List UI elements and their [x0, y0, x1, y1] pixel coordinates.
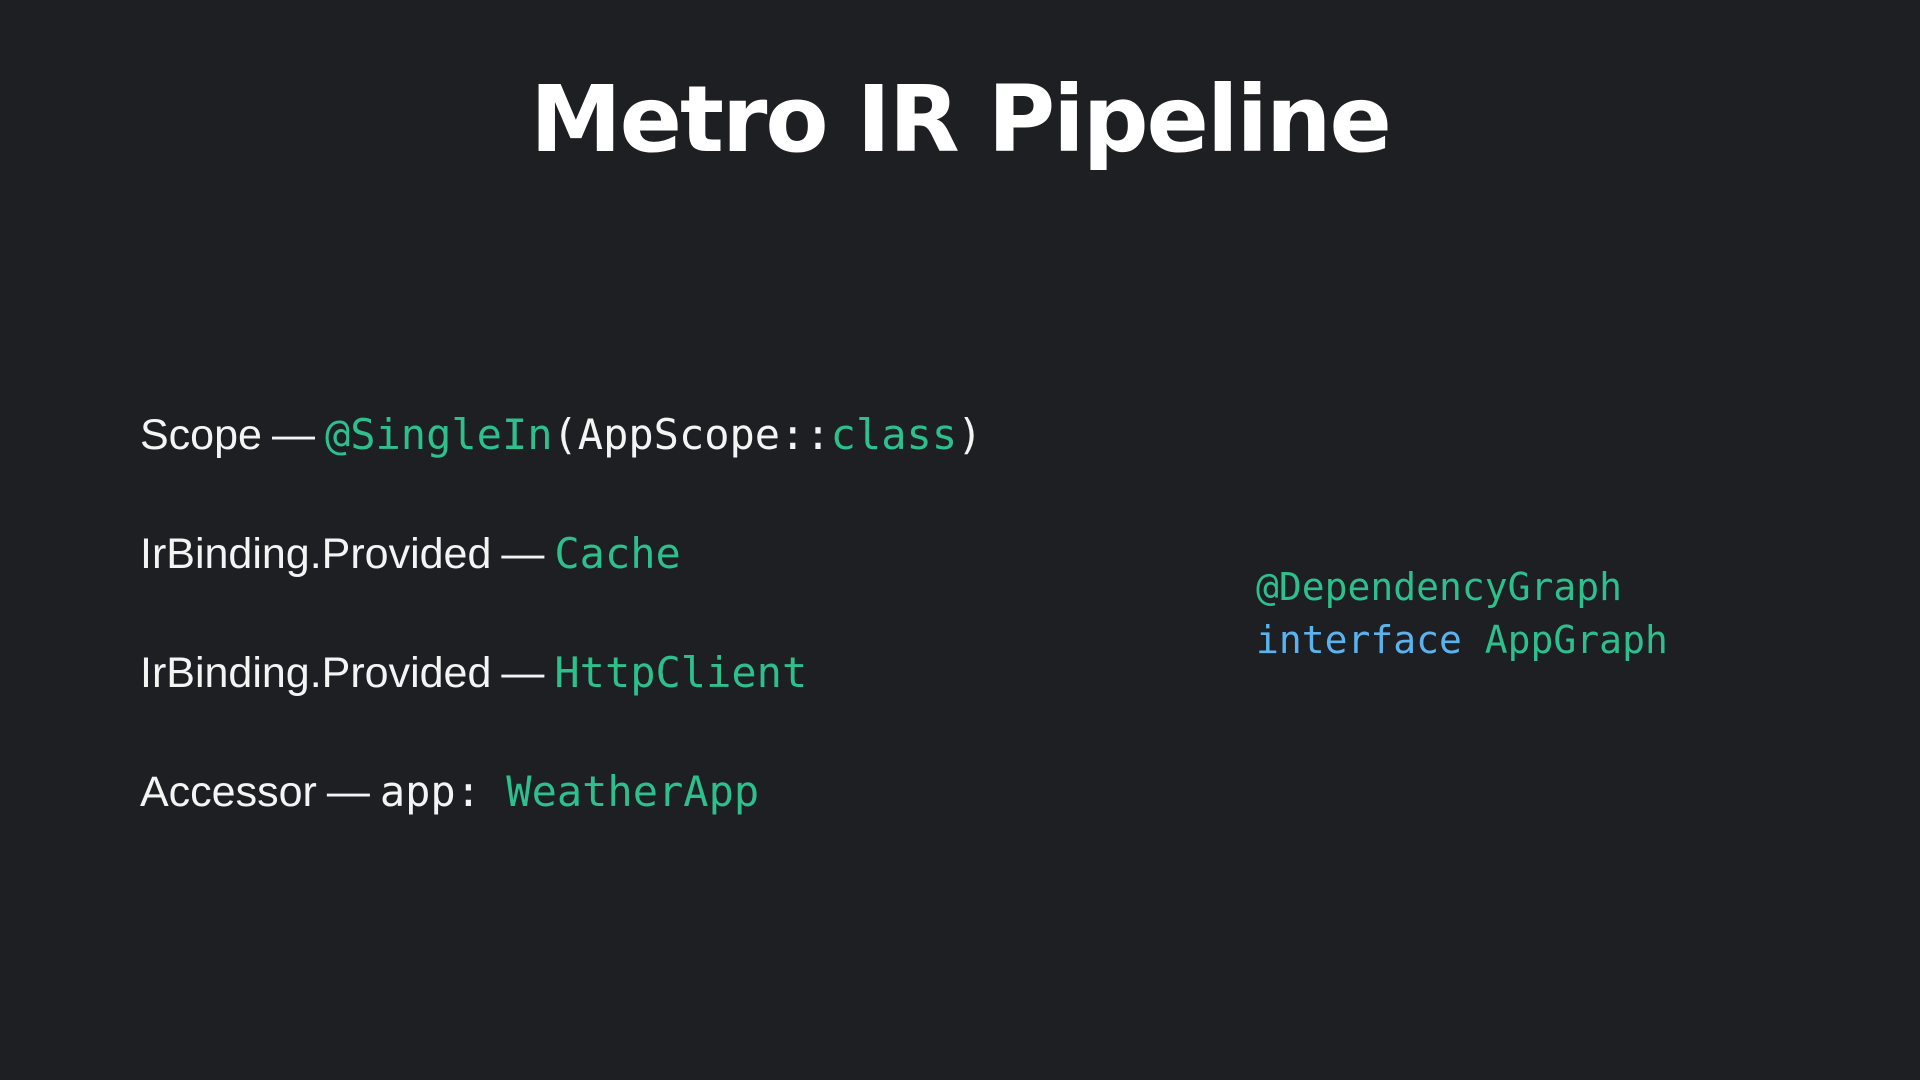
binding-list: Scope — @SingleIn (AppScope:: class) IrBin…	[140, 405, 1140, 881]
line-separator: —	[271, 411, 315, 459]
graph-declaration-line: interface AppGraph	[1256, 614, 1668, 667]
graph-annotation-line: @DependencyGraph	[1256, 561, 1668, 614]
code-scope-class: (AppScope	[552, 410, 781, 459]
graph-type-name: AppGraph	[1484, 618, 1668, 662]
code-class-keyword: class	[830, 410, 958, 459]
code-double-colon: ::	[780, 410, 831, 459]
line-label: IrBinding.Provided	[140, 649, 492, 697]
line-separator: —	[501, 530, 545, 578]
slide-title: Metro IR Pipeline	[530, 66, 1392, 173]
code-type: WeatherApp	[506, 767, 760, 816]
line-label: Scope	[140, 411, 262, 459]
line-separator: —	[501, 649, 545, 697]
code-type: HttpClient	[554, 648, 808, 697]
line-label: Accessor	[140, 768, 317, 816]
code-annotation: @SingleIn	[324, 410, 553, 459]
graph-code-block: @DependencyGraph interface AppGraph	[1256, 561, 1668, 667]
binding-line-cache: IrBinding.Provided — Cache	[140, 524, 1140, 643]
graph-annotation: @DependencyGraph	[1256, 565, 1623, 609]
code-property: app:	[379, 767, 507, 816]
code-close-paren: )	[957, 410, 983, 459]
line-label: IrBinding.Provided	[140, 530, 492, 578]
line-separator: —	[326, 768, 370, 816]
code-type: Cache	[554, 529, 681, 578]
binding-line-httpclient: IrBinding.Provided — HttpClient	[140, 643, 1140, 762]
interface-keyword: interface	[1256, 618, 1462, 662]
binding-line-accessor: Accessor — app: WeatherApp	[140, 762, 1140, 881]
binding-line-scope: Scope — @SingleIn (AppScope:: class)	[140, 405, 1140, 524]
